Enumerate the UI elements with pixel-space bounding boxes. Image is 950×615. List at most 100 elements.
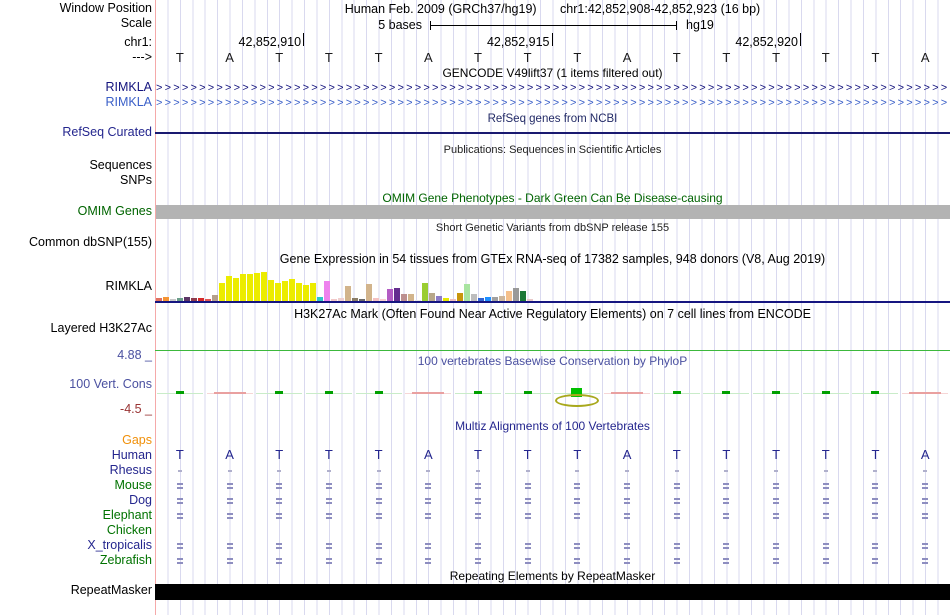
expression-bar (219, 283, 225, 301)
alignment-double-dash-zebrafish (226, 562, 233, 564)
repeatmasker-element-bar[interactable] (155, 584, 950, 600)
coordinate-number: 42,852,915 (486, 35, 550, 49)
alignment-double-dash-x_tropicalis (922, 547, 929, 549)
alignment-double-dash-x_tropicalis (474, 543, 481, 545)
gtex-expression-track[interactable] (155, 266, 950, 301)
alignment-double-dash-x_tropicalis (574, 543, 581, 545)
alignment-double-dash-zebrafish (375, 558, 382, 560)
alignment-double-dash-mouse (673, 487, 680, 489)
track-label-human[interactable]: Human (112, 449, 152, 462)
gtex-track-baseline (155, 301, 950, 303)
title-refseq[interactable]: RefSeq genes from NCBI (155, 113, 950, 125)
track-label-refseq-curated[interactable]: RefSeq Curated (62, 126, 152, 139)
alignment-double-dash-elephant (673, 513, 680, 515)
track-label-omim-genes[interactable]: OMIM Genes (78, 205, 152, 218)
alignment-double-dash-dog (872, 498, 879, 500)
base-letter: T (275, 50, 284, 65)
base-letter: T (772, 50, 781, 65)
expression-bar (387, 289, 393, 301)
alignment-gap-dash-rhesus (873, 470, 878, 472)
title-gtex[interactable]: Gene Expression in 54 tissues from GTEx … (155, 252, 950, 266)
alignment-double-dash-dog (624, 498, 631, 500)
expression-bar (240, 274, 246, 301)
alignment-double-dash-elephant (673, 517, 680, 519)
expression-bar (345, 286, 351, 301)
track-label-rimkla-gencode-1[interactable]: RIMKLA (105, 81, 152, 94)
track-label-mouse[interactable]: Mouse (114, 479, 152, 492)
alignment-double-dash-dog (872, 502, 879, 504)
alignment-double-dash-zebrafish (723, 562, 730, 564)
multiz-alignment-rows[interactable] (155, 430, 950, 575)
track-label-gaps[interactable]: Gaps (122, 434, 152, 447)
alignment-double-dash-elephant (773, 513, 780, 515)
gencode-transcript-1-arrows[interactable]: >>>>>>>>>>>>>>>>>>>>>>>>>>>>>>>>>>>>>>>>… (156, 82, 949, 94)
track-label-repeatmasker[interactable]: RepeatMasker (71, 584, 152, 597)
title-dbsnp[interactable]: Short Genetic Variants from dbSNP releas… (155, 222, 950, 234)
track-label-rimkla-gencode-2[interactable]: RIMKLA (105, 96, 152, 109)
track-label-sequences[interactable]: Sequences (89, 159, 152, 172)
title-gencode[interactable]: GENCODE V49lift37 (1 items filtered out) (155, 66, 950, 80)
expression-bar (247, 274, 253, 301)
alignment-double-dash-elephant (325, 517, 332, 519)
conservation-positive-mark (672, 391, 681, 394)
phylop-conservation-track[interactable] (155, 385, 950, 407)
alignment-double-dash-x_tropicalis (822, 547, 829, 549)
title-omim[interactable]: OMIM Gene Phenotypes - Dark Green Can Be… (155, 191, 950, 205)
track-label-dog[interactable]: Dog (129, 494, 152, 507)
alignment-double-dash-elephant (375, 513, 382, 515)
base-letter: T (871, 50, 880, 65)
alignment-double-dash-mouse (624, 487, 631, 489)
alignment-double-dash-zebrafish (425, 562, 432, 564)
alignment-double-dash-elephant (624, 513, 631, 515)
alignment-double-dash-elephant (723, 517, 730, 519)
alignment-double-dash-dog (474, 502, 481, 504)
alignment-double-dash-dog (226, 502, 233, 504)
title-h3k27ac[interactable]: H3K27Ac Mark (Often Found Near Active Re… (155, 307, 950, 321)
alignment-double-dash-dog (524, 502, 531, 504)
alignment-double-dash-elephant (524, 513, 531, 515)
track-label-chicken[interactable]: Chicken (107, 524, 152, 537)
alignment-double-dash-elephant (176, 513, 183, 515)
title-phylop[interactable]: 100 vertebrates Basewise Conservation by… (155, 354, 950, 368)
alignment-double-dash-mouse (574, 487, 581, 489)
alignment-double-dash-zebrafish (822, 562, 829, 564)
track-label-elephant[interactable]: Elephant (103, 509, 152, 522)
conservation-positive-mark (722, 391, 731, 394)
alignment-double-dash-mouse (723, 487, 730, 489)
refseq-curated-line[interactable] (155, 132, 950, 134)
alignment-double-dash-x_tropicalis (723, 547, 730, 549)
omim-genes-bar[interactable] (156, 205, 950, 219)
base-letter: T (324, 50, 333, 65)
gencode-transcript-2-arrows[interactable]: >>>>>>>>>>>>>>>>>>>>>>>>>>>>>>>>>>>>>>>>… (156, 97, 949, 109)
alignment-double-dash-x_tropicalis (624, 543, 631, 545)
alignment-double-dash-mouse (872, 487, 879, 489)
expression-bar (394, 288, 400, 301)
expression-bar (520, 291, 526, 301)
base-letter: T (523, 50, 532, 65)
alignment-double-dash-zebrafish (624, 562, 631, 564)
title-publications[interactable]: Publications: Sequences in Scientific Ar… (155, 144, 950, 156)
alignment-double-dash-x_tropicalis (325, 547, 332, 549)
track-label-common-dbsnp[interactable]: Common dbSNP(155) (29, 236, 152, 249)
track-label-rimkla-gtex[interactable]: RIMKLA (105, 280, 152, 293)
expression-bar (471, 294, 477, 301)
alignment-double-dash-zebrafish (524, 558, 531, 560)
alignment-double-dash-mouse (524, 487, 531, 489)
expression-bar (513, 288, 519, 301)
track-label-rhesus[interactable]: Rhesus (110, 464, 152, 477)
alignment-double-dash-zebrafish (226, 558, 233, 560)
track-label-zebrafish[interactable]: Zebrafish (100, 554, 152, 567)
track-label-vert-cons[interactable]: 100 Vert. Cons (69, 378, 152, 391)
alignment-double-dash-dog (276, 502, 283, 504)
alignment-double-dash-elephant (276, 513, 283, 515)
alignment-double-dash-elephant (922, 513, 929, 515)
track-label-x-tropicalis[interactable]: X_tropicalis (87, 539, 152, 552)
position-header: Human Feb. 2009 (GRCh37/hg19) chr1:42,85… (155, 2, 950, 16)
alignment-double-dash-dog (673, 498, 680, 500)
expression-bar (401, 294, 407, 301)
alignment-gap-dash-rhesus (923, 470, 928, 472)
alignment-double-dash-dog (773, 498, 780, 500)
track-label-layered-h3k27ac[interactable]: Layered H3K27Ac (51, 322, 152, 335)
h3k27ac-signal-line[interactable] (155, 350, 950, 351)
track-label-snps[interactable]: SNPs (120, 174, 152, 187)
